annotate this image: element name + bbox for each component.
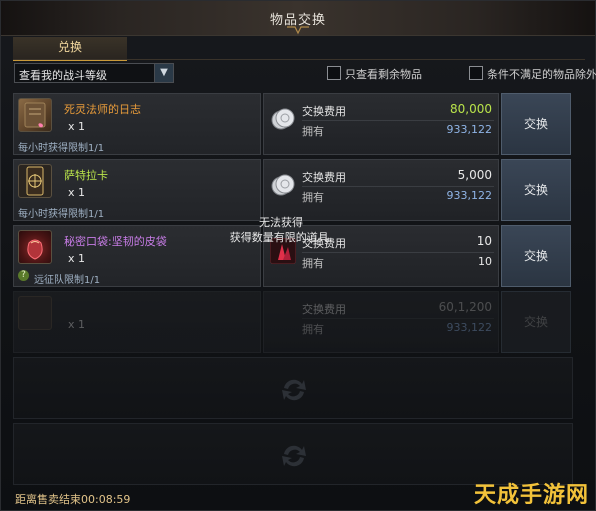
empty-slot	[13, 357, 573, 419]
tooltip-line: 无法获得	[259, 216, 303, 229]
chevron-down-icon[interactable]: ▼	[154, 64, 173, 82]
title-bar: 物品交换	[1, 1, 595, 36]
card-icon[interactable]	[18, 164, 52, 198]
refresh-icon	[282, 379, 306, 401]
item-cell: 死灵法师的日志 x 1 每小时获得限制1/1	[13, 93, 261, 155]
silver-coin-icon	[271, 174, 295, 196]
exchange-button[interactable]: 交换	[501, 225, 571, 287]
question-icon[interactable]: ?	[18, 270, 29, 281]
remaining-only-checkbox[interactable]: 只查看剩余物品	[327, 66, 447, 81]
owned-label: 拥有	[302, 191, 324, 204]
title-ornament-icon	[287, 26, 309, 35]
item-limit: 每小时获得限制1/1	[18, 143, 105, 154]
select-value: 查看我的战斗等级	[19, 69, 107, 82]
cost-value: 60,1,200	[438, 300, 492, 314]
checkbox-box[interactable]	[327, 66, 341, 80]
pouch-icon[interactable]	[18, 230, 52, 264]
exchange-row-disabled: x 1 交换费用 60,1,200 拥有 933,122 交换	[13, 291, 573, 353]
sale-timer: 距离售卖结束00:08:59	[15, 493, 131, 506]
item-cell: 萨特拉卡 x 1 每小时获得限制1/1	[13, 159, 261, 221]
battle-level-select[interactable]: 查看我的战斗等级 ▼	[14, 63, 174, 83]
owned-label: 拥有	[302, 125, 324, 138]
exchange-button: 交换	[501, 291, 571, 353]
tooltip: 无法获得 获得数量有限的道具.	[181, 215, 381, 245]
divider	[302, 120, 494, 121]
item-quantity: x 1	[68, 186, 86, 199]
owned-value: 933,122	[446, 321, 493, 334]
exchange-button[interactable]: 交换	[501, 159, 571, 221]
item-limit: 每小时获得限制1/1	[18, 209, 105, 220]
item-cell: x 1	[13, 291, 261, 353]
cost-value: 10	[476, 234, 492, 248]
tab-divider	[13, 59, 585, 60]
checkbox-label: 只查看剩余物品	[345, 68, 422, 81]
item-limit: 远征队限制1/1	[34, 275, 101, 286]
exclude-unmet-checkbox[interactable]: 条件不满足的物品除外	[469, 66, 596, 81]
exchange-row: 萨特拉卡 x 1 每小时获得限制1/1 交换费用 5,000 拥有 933,12…	[13, 159, 573, 221]
item-quantity: x 1	[68, 318, 86, 331]
owned-label: 拥有	[302, 323, 324, 336]
refresh-icon	[282, 445, 306, 467]
exchange-window: 物品交换 兑换 查看我的战斗等级 ▼ 只查看剩余物品 条件不满足的物品除外 死灵…	[0, 0, 596, 511]
owned-label: 拥有	[302, 257, 324, 270]
empty-slot	[13, 423, 573, 485]
watermark: 天成手游网	[473, 483, 589, 508]
cost-value: 5,000	[457, 168, 492, 182]
item-icon	[18, 296, 52, 330]
item-quantity: x 1	[68, 120, 86, 133]
cost-label: 交换费用	[302, 171, 346, 184]
tab-exchange[interactable]: 兑换	[13, 37, 127, 61]
cost-cell: 交换费用 60,1,200 拥有 933,122	[263, 291, 499, 353]
checkbox-label: 条件不满足的物品除外	[487, 68, 596, 81]
owned-value: 933,122	[446, 189, 493, 202]
silver-coin-icon	[271, 108, 295, 130]
cost-cell: 交换费用 5,000 拥有 933,122	[263, 159, 499, 221]
divider	[302, 186, 494, 187]
item-quantity: x 1	[68, 252, 86, 265]
book-icon[interactable]	[18, 98, 52, 132]
item-name: 秘密口袋:坚韧的皮袋	[64, 235, 167, 248]
exchange-button[interactable]: 交换	[501, 93, 571, 155]
item-name: 萨特拉卡	[64, 169, 108, 182]
cost-label: 交换费用	[302, 303, 346, 316]
owned-value: 10	[478, 255, 492, 268]
divider	[302, 252, 494, 253]
checkbox-box[interactable]	[469, 66, 483, 80]
tooltip-line: 获得数量有限的道具.	[229, 231, 333, 244]
owned-value: 933,122	[446, 123, 493, 136]
item-name: 死灵法师的日志	[64, 103, 141, 116]
cost-cell: 交换费用 80,000 拥有 933,122	[263, 93, 499, 155]
cost-value: 80,000	[450, 102, 492, 116]
cost-label: 交换费用	[302, 105, 346, 118]
exchange-row: 死灵法师的日志 x 1 每小时获得限制1/1 交换费用 80,000 拥有 93…	[13, 93, 573, 155]
divider	[302, 318, 494, 319]
